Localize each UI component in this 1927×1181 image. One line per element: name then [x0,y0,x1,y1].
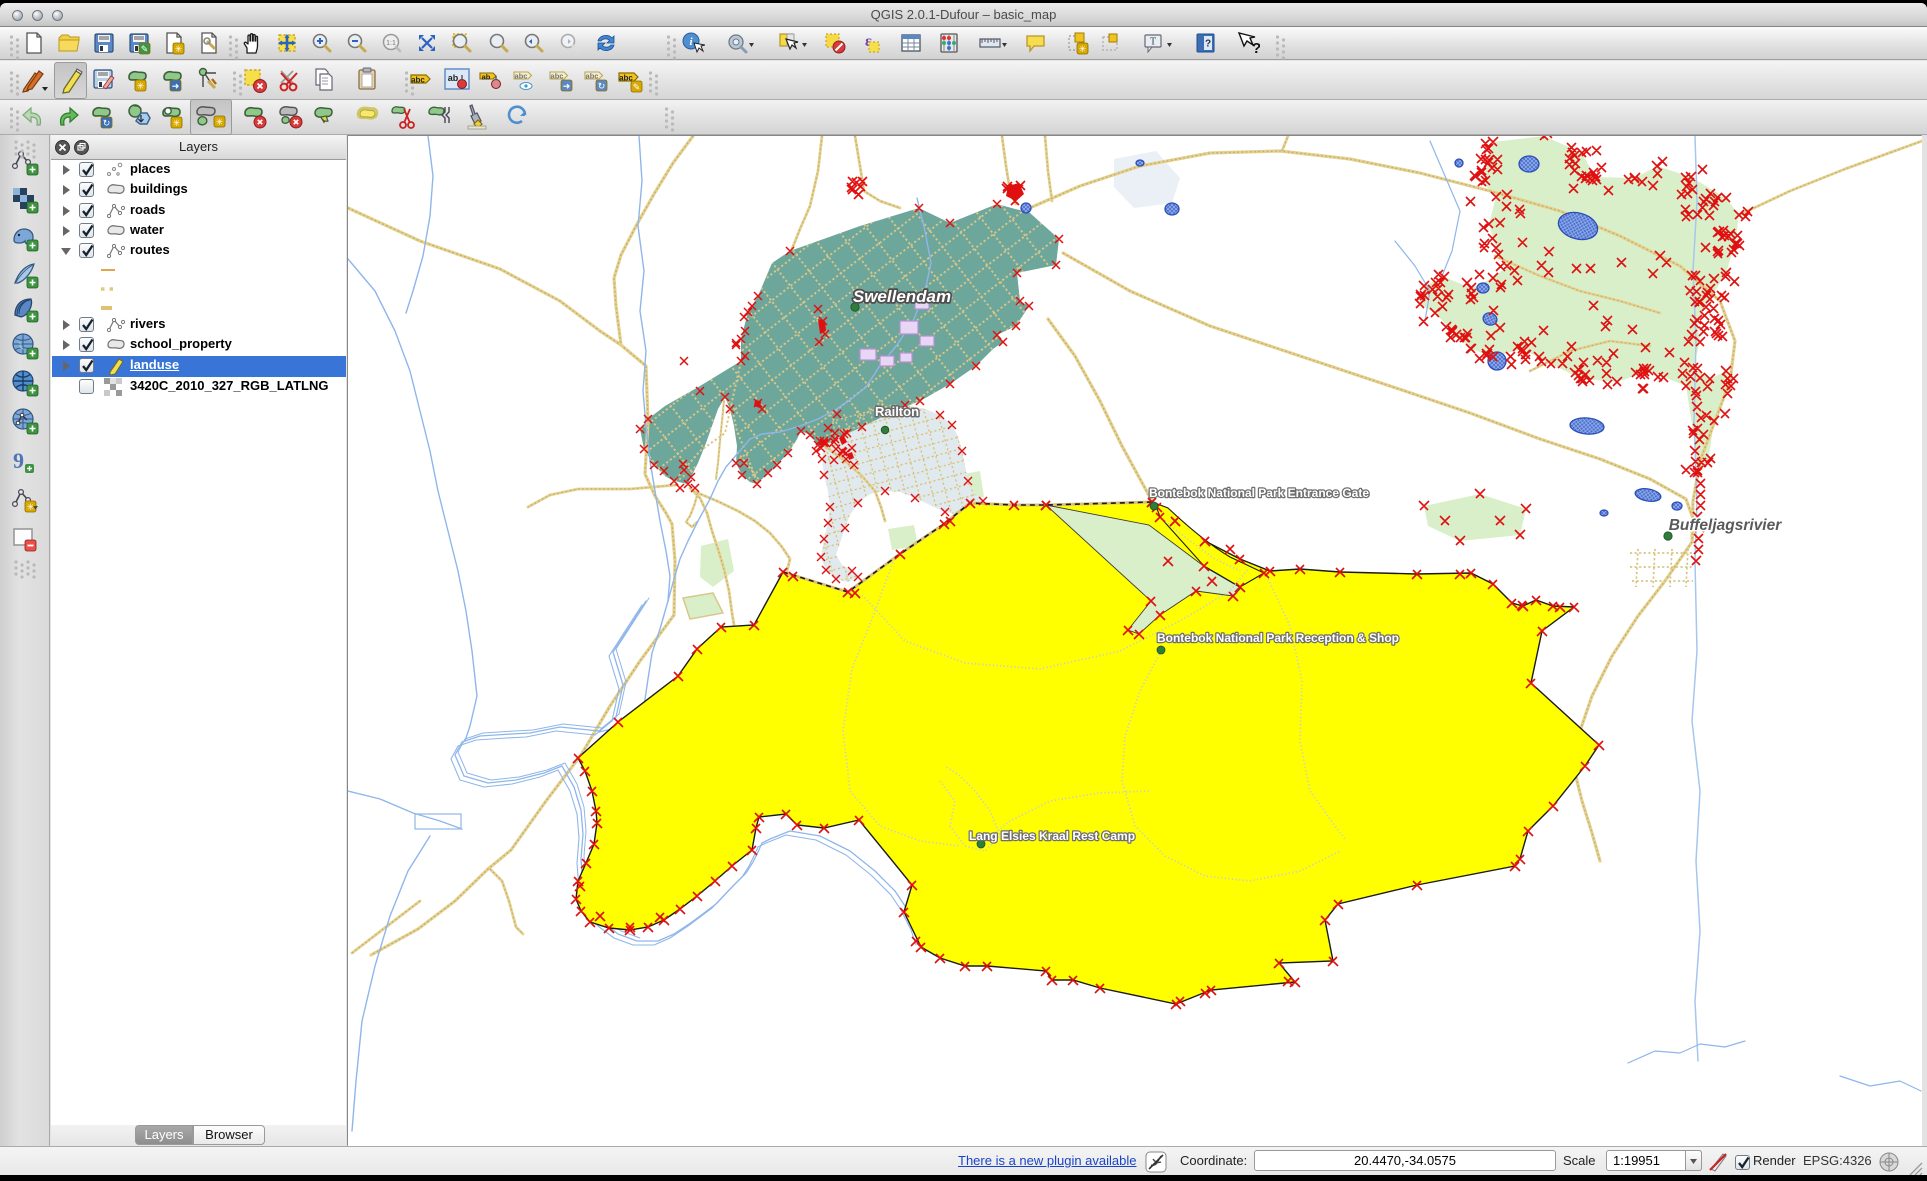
svg-text:↻: ↻ [598,81,606,91]
svg-text:T: T [1150,37,1156,48]
svg-text:➜: ➜ [563,81,571,91]
svg-text:✳: ✳ [27,502,35,512]
svg-text:abc: abc [551,72,564,81]
svg-text:✳: ✳ [175,44,183,54]
svg-text:abc: abc [586,72,599,81]
svg-text:?: ? [1252,40,1260,57]
svg-text:✳: ✳ [216,117,224,127]
svg-text:✎: ✎ [633,82,641,92]
svg-text:Bontebok National Park Entranc: Bontebok National Park Entrance Gate [1149,486,1369,500]
svg-text:✎: ✎ [141,44,149,54]
svg-text:9: 9 [13,448,24,473]
svg-text:Bontebok National Park Recepti: Bontebok National Park Reception & Shop [1157,631,1399,645]
svg-text:Swellendam: Swellendam [853,287,951,306]
svg-text:Buffeljagsrivier: Buffeljagsrivier [1669,517,1783,534]
svg-text:ab: ab [448,73,459,83]
svg-text:✳: ✳ [137,81,145,91]
svg-text:✳: ✳ [1079,44,1087,54]
svg-text:➜: ➜ [172,81,180,91]
svg-text:abc: abc [411,76,425,85]
svg-text:↻: ↻ [103,118,111,128]
svg-text:1:1: 1:1 [386,40,396,47]
svg-text:✳: ✳ [173,118,181,128]
svg-text:ab: ab [482,73,491,82]
svg-text:abc: abc [515,72,528,81]
svg-text:?: ? [1205,39,1211,50]
svg-text:Lang Elsies Kraal Rest Camp: Lang Elsies Kraal Rest Camp [969,829,1135,843]
svg-text:Railton: Railton [875,404,919,419]
